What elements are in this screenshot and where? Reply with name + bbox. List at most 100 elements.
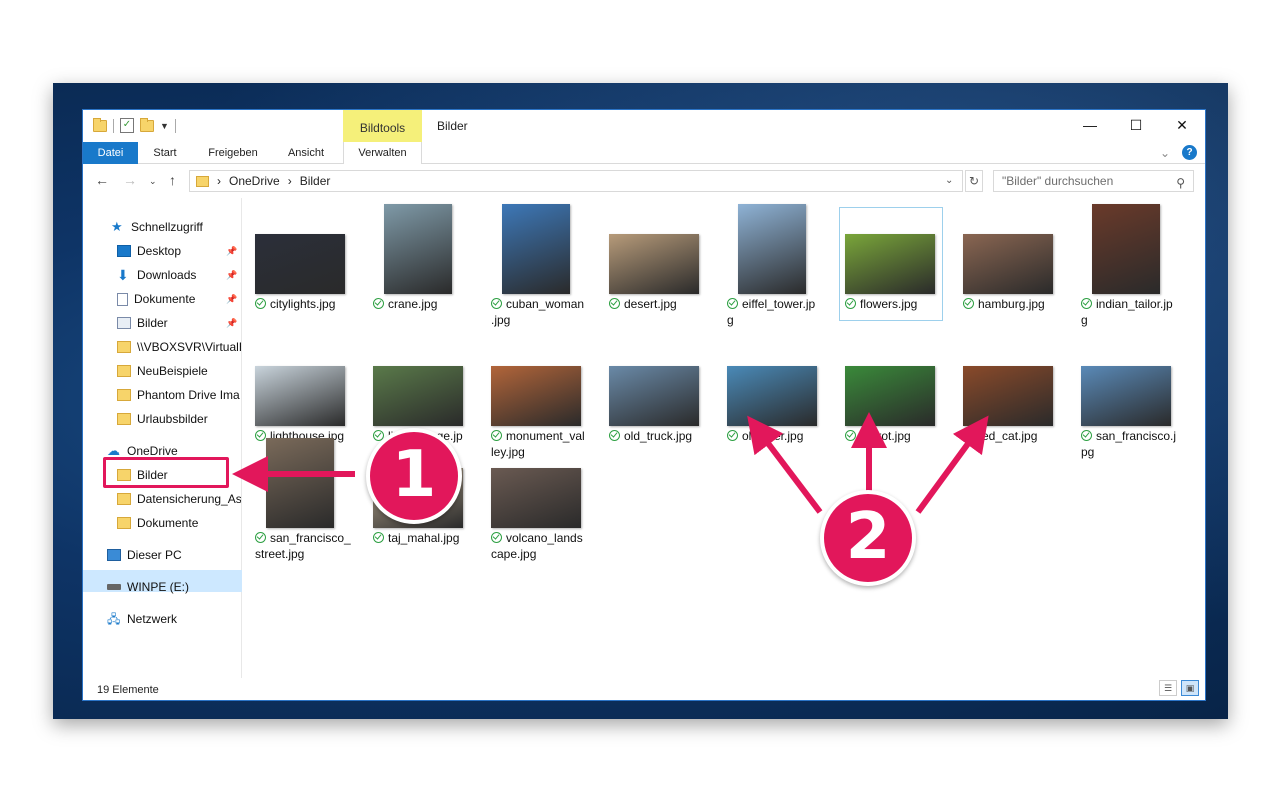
file-item[interactable]: red_cat.jpg [953,334,1063,464]
file-item[interactable]: eiffel_tower.jp g [717,202,827,332]
annotation-badge-2: 2 [820,490,916,586]
file-item[interactable]: hamburg.jpg [953,202,1063,332]
back-arrow-icon[interactable]: ← [95,172,109,188]
folder-icon [117,413,131,425]
address-dropdown-icon[interactable]: ⌄ [945,175,953,186]
nav-network[interactable]: 🖧 Netzwerk [107,608,177,630]
sync-check-icon [491,532,502,543]
file-name-line: g [1081,313,1088,327]
new-folder-icon[interactable] [140,117,154,132]
file-item[interactable]: crane.jpg [363,202,473,332]
network-icon: 🖧 [107,612,121,626]
nav-dokumente[interactable]: Dokumente [117,288,195,310]
properties-icon[interactable]: ✓ [120,118,134,133]
tab-start[interactable]: Start [143,142,187,164]
file-name-line: crane.jpg [388,297,438,311]
breadcrumb-bilder[interactable]: Bilder [300,174,331,188]
file-name: desert.jpg [599,296,709,312]
image-thumbnail [491,366,581,426]
nav-vboxsvr[interactable]: \\VBOXSVR\VirtualB [117,336,241,358]
file-name: eiffel_tower.jp g [717,296,827,328]
refresh-icon[interactable]: ↻ [965,170,983,192]
address-bar[interactable]: › OneDrive › Bilder [189,170,963,192]
image-thumbnail [255,366,345,426]
large-icons-view-icon[interactable]: ▣ [1181,680,1199,696]
file-item[interactable]: san_francisco_ street.jpg [245,436,355,566]
nav-label: Datensicherung_Ash [137,492,241,506]
sync-check-icon [727,298,738,309]
tab-ansicht[interactable]: Ansicht [279,142,333,164]
image-thumbnail [738,204,806,294]
search-input[interactable]: "Bilder" durchsuchen ⚲ [993,170,1194,192]
image-thumbnail [1092,204,1160,294]
nav-label: Desktop [137,244,182,258]
nav-downloads[interactable]: ⬇ Downloads [117,264,196,286]
file-name: indian_tailor.jpg [1071,296,1181,328]
window-controls: — ☐ ✕ [1067,110,1205,140]
nav-label: Downloads [137,268,197,282]
separator [113,118,114,133]
tab-datei[interactable]: Datei [83,142,138,164]
file-name-line: cape.jpg [491,547,537,561]
file-item[interactable]: old_truck.jpg [599,334,709,464]
file-item[interactable]: parrot.jpg [835,334,945,464]
file-item[interactable]: flowers.jpg [835,202,945,332]
nav-bilder-quick[interactable]: Bilder [117,312,168,334]
up-arrow-icon[interactable]: ↑ [169,172,176,188]
search-placeholder: "Bilder" durchsuchen [1002,174,1114,188]
pictures-icon [117,317,131,329]
folder-icon [117,341,131,353]
recent-dropdown-icon[interactable]: ⌄ [149,176,157,187]
file-name: san_francisco_ street.jpg [245,530,355,562]
highlight-box-bilder [103,457,229,488]
nav-quick-access[interactable]: ★ Schnellzugriff [111,216,203,238]
file-item[interactable]: oldtimer.jpg [717,334,827,464]
sync-check-icon [963,430,974,441]
tab-freigeben[interactable]: Freigeben [199,142,267,164]
tab-verwalten[interactable]: Verwalten [343,142,422,164]
maximize-button[interactable]: ☐ [1113,110,1159,140]
file-name: san_francisco.j pg [1071,428,1181,460]
file-name: oldtimer.jpg [717,428,827,444]
nav-this-pc[interactable]: Dieser PC [107,544,182,566]
forward-arrow-icon[interactable]: → [123,172,137,188]
star-icon: ★ [111,219,123,234]
nav-neubeispiele[interactable]: NeuBeispiele [117,360,208,382]
close-button[interactable]: ✕ [1159,110,1205,140]
details-view-icon[interactable]: ☰ [1159,680,1177,696]
nav-label: Dokumente [134,292,196,306]
customize-dropdown-icon[interactable]: ▼ [160,121,169,131]
nav-urlaubsbilder[interactable]: Urlaubsbilder [117,408,208,430]
pin-icon: 📌 [226,270,238,280]
hover-highlight [839,207,943,321]
folder-icon[interactable] [93,117,107,132]
expand-ribbon-icon[interactable]: ⌄ [1160,146,1170,160]
nav-winpe-drive[interactable]: WINPE (E:) [107,576,189,598]
search-icon: ⚲ [1176,176,1185,190]
file-item[interactable]: citylights.jpg [245,202,355,332]
nav-desktop[interactable]: Desktop [117,240,181,262]
file-item[interactable]: indian_tailor.jpg [1071,202,1181,332]
file-item[interactable]: desert.jpg [599,202,709,332]
minimize-button[interactable]: — [1067,110,1113,140]
help-icon[interactable]: ? [1182,145,1197,160]
separator [174,118,176,133]
breadcrumb-onedrive[interactable]: OneDrive [229,174,280,188]
file-name-line: san_francisco_ [270,531,351,545]
nav-label: OneDrive [127,444,178,458]
image-thumbnail [845,366,935,426]
nav-datensicherung[interactable]: Datensicherung_Ash [117,488,241,510]
file-item[interactable]: san_francisco.j pg [1071,334,1181,464]
status-item-count: 19 Elemente [97,684,159,696]
image-thumbnail [373,366,463,426]
nav-phantom-drive[interactable]: Phantom Drive Ima [117,384,241,406]
view-switcher: ☰ ▣ [1159,680,1199,696]
folder-icon [117,517,131,529]
file-name-line: oldtimer.jpg [742,429,804,443]
file-name-line: indian_tailor.jp [1096,297,1173,311]
file-item[interactable]: volcano_lands cape.jpg [481,436,591,566]
file-name-line: san_francisco.j [1096,429,1177,443]
file-item[interactable]: cuban_woman .jpg [481,202,591,332]
nav-onedrive-dokumente[interactable]: Dokumente [117,512,198,534]
nav-label: Dokumente [137,516,199,530]
